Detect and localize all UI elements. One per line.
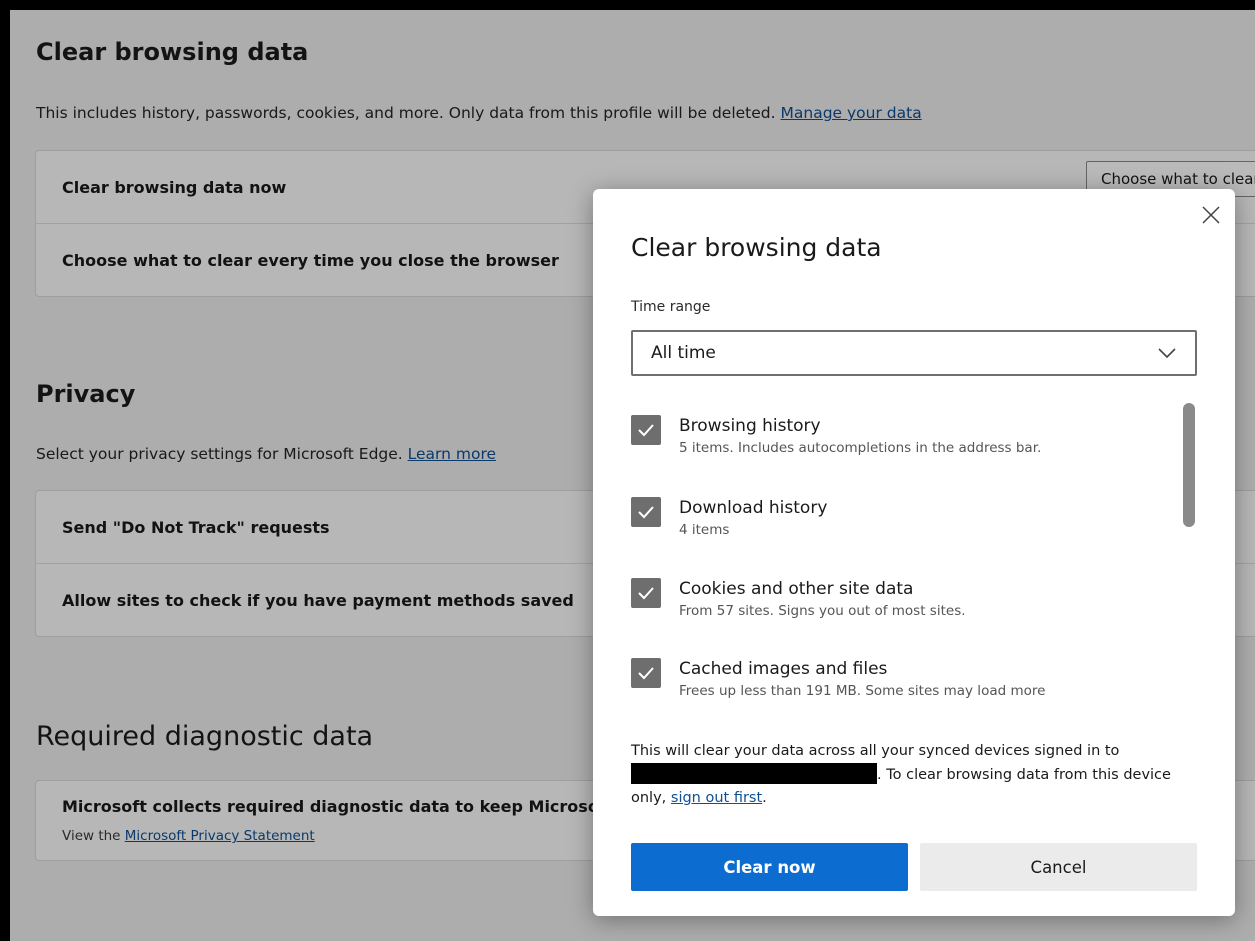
download-history-desc: 4 items: [679, 522, 730, 538]
cached-images-label: Cached images and files: [679, 659, 888, 679]
option-cookies[interactable]: Cookies and other site data From 57 site…: [631, 578, 966, 619]
options-scrollbar-thumb[interactable]: [1183, 403, 1195, 527]
download-history-label: Download history: [679, 498, 828, 518]
browsing-history-label: Browsing history: [679, 416, 821, 436]
sign-out-first-link[interactable]: sign out first: [671, 790, 762, 806]
redacted-account: [631, 763, 877, 784]
settings-page: Clear browsing data This includes histor…: [10, 10, 1255, 941]
cached-images-checkbox[interactable]: [631, 658, 661, 688]
download-history-checkbox[interactable]: [631, 497, 661, 527]
sync-note: This will clear your data across all you…: [631, 740, 1206, 810]
checkmark-icon: [638, 424, 654, 437]
checkmark-icon: [638, 506, 654, 519]
time-range-select[interactable]: All time: [631, 330, 1197, 376]
close-icon[interactable]: [1199, 203, 1223, 227]
dialog-title: Clear browsing data: [631, 233, 882, 262]
clear-browsing-dialog: Clear browsing data Time range All time …: [593, 189, 1235, 916]
option-browsing-history[interactable]: Browsing history 5 items. Includes autoc…: [631, 415, 1041, 456]
cookies-checkbox[interactable]: [631, 578, 661, 608]
cancel-button[interactable]: Cancel: [920, 843, 1197, 891]
chevron-down-icon: [1157, 344, 1177, 363]
checkmark-icon: [638, 667, 654, 680]
checkmark-icon: [638, 587, 654, 600]
sync-note-end: .: [762, 790, 767, 806]
clear-now-button[interactable]: Clear now: [631, 843, 908, 891]
cached-images-desc: Frees up less than 191 MB. Some sites ma…: [679, 683, 1046, 699]
option-cached-images[interactable]: Cached images and files Frees up less th…: [631, 658, 1045, 699]
cookies-desc: From 57 sites. Signs you out of most sit…: [679, 603, 966, 619]
sync-note-pre: This will clear your data across all you…: [631, 743, 1120, 759]
time-range-value: All time: [651, 343, 716, 363]
option-download-history[interactable]: Download history 4 items: [631, 497, 827, 538]
time-range-label: Time range: [631, 299, 711, 315]
cookies-label: Cookies and other site data: [679, 579, 914, 599]
browsing-history-checkbox[interactable]: [631, 415, 661, 445]
browsing-history-desc: 5 items. Includes autocompletions in the…: [679, 440, 1042, 456]
